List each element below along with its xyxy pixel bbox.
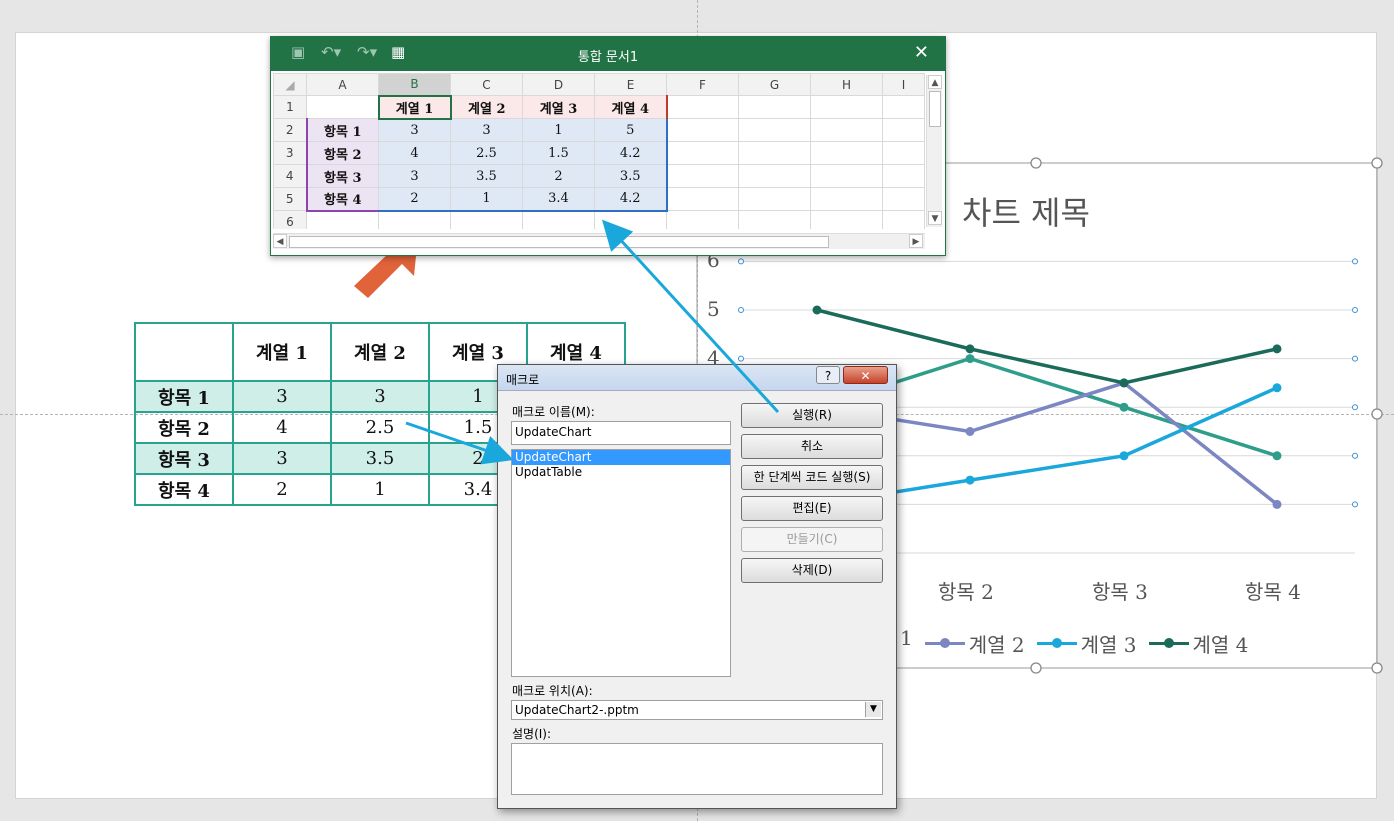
arrow-run-to-excel: [601, 219, 780, 414]
arrow-table-to-macro: [405, 421, 514, 465]
annotation-arrows: [405, 219, 780, 465]
screen: 차트 제목 654 항목 2 항목 3 항목 4 1 계열 2 계열 3 계열 4 계열 …: [0, 0, 1394, 821]
